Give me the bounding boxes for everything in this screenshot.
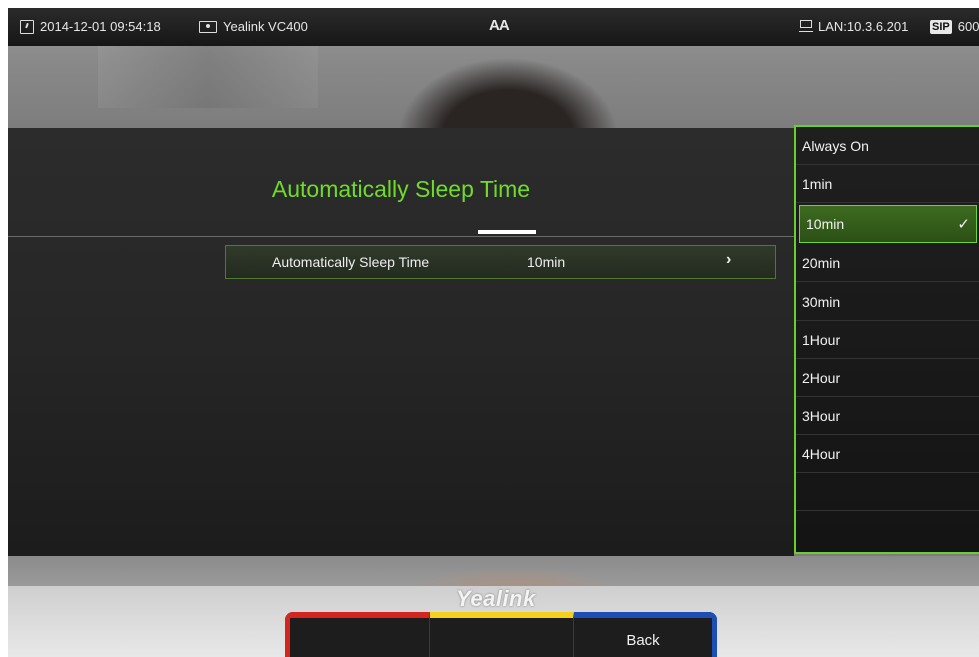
title-underline	[478, 230, 536, 234]
sip-badge: SIP	[930, 19, 952, 34]
page-title: Automatically Sleep Time	[271, 176, 531, 202]
yealink-logo: Yealink	[456, 586, 536, 611]
screen: 2014-12-01 09:54:18 Yealink VC400 AA LAN…	[8, 8, 979, 657]
option-always-on[interactable]: Always On	[796, 127, 979, 165]
option-30min[interactable]: 30min	[796, 283, 979, 321]
network-text: LAN:10.3.6.201	[818, 19, 909, 34]
clock-icon	[20, 19, 34, 34]
checkmark-icon: ✓	[957, 216, 970, 233]
divider	[8, 236, 794, 237]
lan-icon	[799, 19, 813, 34]
sleep-time-setting-row[interactable]: Automatically Sleep Time 10min ›	[225, 245, 776, 279]
option-10min-selected[interactable]: 10min ✓	[799, 205, 977, 243]
option-4hour[interactable]: 4Hour	[796, 435, 979, 473]
network-indicator: LAN:10.3.6.201	[799, 19, 909, 34]
option-1min[interactable]: 1min	[796, 165, 979, 203]
chevron-right-icon: ›	[726, 251, 732, 268]
option-1hour[interactable]: 1Hour	[796, 321, 979, 359]
sip-account-indicator: SIP 600	[930, 19, 979, 34]
settings-panel: Automatically Sleep Time Automatically S…	[8, 128, 794, 556]
back-button-label: Back	[626, 632, 660, 649]
softkey-red[interactable]	[285, 612, 430, 657]
status-bar: 2014-12-01 09:54:18 Yealink VC400 AA LAN…	[8, 8, 979, 46]
device-icon	[199, 20, 217, 33]
option-20min[interactable]: 20min	[796, 244, 979, 282]
device-indicator: Yealink VC400	[199, 19, 308, 34]
datetime-indicator: 2014-12-01 09:54:18	[20, 19, 161, 34]
back-button[interactable]: Back	[574, 612, 717, 657]
setting-label: Automatically Sleep Time	[272, 254, 430, 270]
datetime-text: 2014-12-01 09:54:18	[40, 19, 161, 34]
sleep-time-dropdown: Always On 1min 10min ✓ 20min 30min 1Hour…	[794, 125, 979, 554]
setting-value: 10min	[527, 254, 566, 270]
option-3hour[interactable]: 3Hour	[796, 397, 979, 435]
softkey-yellow[interactable]	[430, 612, 574, 657]
font-size-toggle[interactable]: AA	[489, 17, 510, 34]
device-name: Yealink VC400	[223, 19, 308, 34]
option-2hour[interactable]: 2Hour	[796, 359, 979, 397]
sip-account: 600	[957, 19, 979, 34]
empty-option-slot	[796, 473, 979, 511]
softkey-bar: Back	[285, 612, 717, 657]
